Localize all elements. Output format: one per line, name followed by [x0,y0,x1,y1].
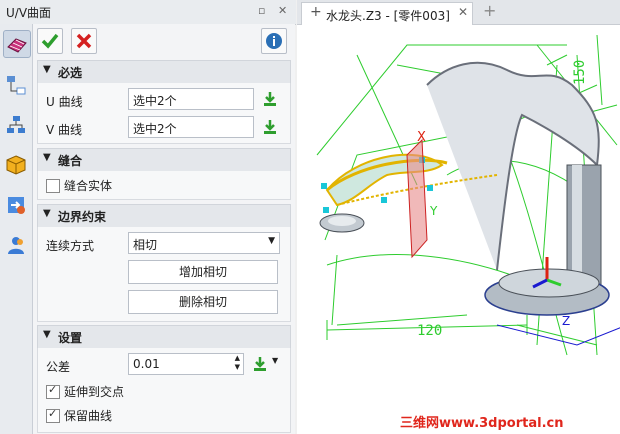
collapse-icon: ▼ [43,64,51,75]
uv-surface-panel: ▼ 必选 U 曲线 选中2个 V 曲线 选中2个 ▼ 缝合 缝合实体 ▼ 边界约… [33,24,295,434]
axis-y-label: Y [429,204,438,218]
panel-toolbar [33,24,295,58]
dimension-150: 150 [572,60,588,85]
pick-icon[interactable] [252,356,268,372]
collapse-icon: ▼ [43,329,51,340]
section-boundary-body: 连续方式 相切 ▼ 增加相切 删除相切 [37,227,291,322]
panel-title-bar: U/V曲面 ▫ ✕ [0,0,296,25]
section-stitch-body: 缝合实体 [37,171,291,200]
keep-curves-label: 保留曲线 [64,409,113,423]
extend-checkbox[interactable] [46,383,60,399]
collapse-icon: ▼ [43,208,51,219]
v-curve-input[interactable]: 选中2个 [128,116,254,138]
watermark: 三维网www.3dportal.cn [400,416,564,431]
import-icon[interactable] [3,192,29,218]
faucet-model-drawing: 120 150 X Y Z [316,34,620,356]
axis-x-label: X [417,130,426,145]
plus-icon[interactable]: + [483,1,496,20]
panel-title: U/V曲面 [6,6,52,20]
continuity-select[interactable]: 相切 ▼ [128,232,280,254]
info-button[interactable] [261,28,287,54]
remove-tangent-button[interactable]: 删除相切 [128,290,278,314]
add-tangent-button[interactable]: 增加相切 [128,260,278,284]
cancel-button[interactable] [71,28,97,54]
extend-label: 延伸到交点 [64,385,125,399]
section-stitch-header[interactable]: ▼ 缝合 [37,148,291,172]
continuity-label: 连续方式 [46,239,95,253]
tree-icon[interactable] [3,72,29,98]
u-curve-label: U 曲线 [46,95,83,109]
dropdown-icon[interactable]: ▼ [272,356,278,365]
stitch-solid-checkbox[interactable] [46,179,60,193]
document-tab-bar: + 水龙头.Z3 - [零件003] ✕ + [297,0,620,25]
dimension-120: 120 [417,323,442,339]
hierarchy-icon[interactable] [3,112,29,138]
tolerance-input[interactable]: 0.01 ▲ ▼ [128,353,244,375]
axis-z-label: Z [562,314,570,328]
stitch-solid-label: 缝合实体 [64,179,113,193]
cube-icon[interactable] [3,152,29,178]
spinner-icon[interactable]: ▲ ▼ [235,354,240,372]
pick-icon[interactable] [262,91,278,107]
pin-icon[interactable]: + [310,4,322,20]
keep-curves-checkbox[interactable] [46,407,60,423]
u-curve-input[interactable]: 选中2个 [128,88,254,110]
surface-icon[interactable] [3,30,31,58]
left-icon-strip [0,24,33,434]
close-icon[interactable]: ✕ [278,4,287,17]
tab-document[interactable]: + 水龙头.Z3 - [零件003] ✕ [301,2,473,25]
close-icon[interactable]: ✕ [458,5,468,19]
ok-check-icon [41,33,59,49]
info-icon [266,33,282,49]
dropdown-icon: ▼ [268,236,275,246]
section-required-header[interactable]: ▼ 必选 [37,60,291,84]
collapse-icon: ▼ [43,152,51,163]
restore-icon[interactable]: ▫ [258,4,265,17]
pick-icon[interactable] [262,119,278,135]
3d-viewport[interactable]: 120 150 X Y Z [297,25,620,434]
user-icon[interactable] [3,232,29,258]
ok-button[interactable] [37,28,63,54]
section-boundary-header[interactable]: ▼ 边界约束 [37,204,291,228]
cancel-x-icon [76,33,92,49]
tolerance-label: 公差 [46,360,71,374]
section-settings-body: 公差 0.01 ▲▼ ▼ 延伸到交点 保留曲线 [37,348,291,433]
section-settings-header[interactable]: ▼ 设置 [37,325,291,349]
section-required-body: U 曲线 选中2个 V 曲线 选中2个 [37,83,291,144]
v-curve-label: V 曲线 [46,123,83,137]
